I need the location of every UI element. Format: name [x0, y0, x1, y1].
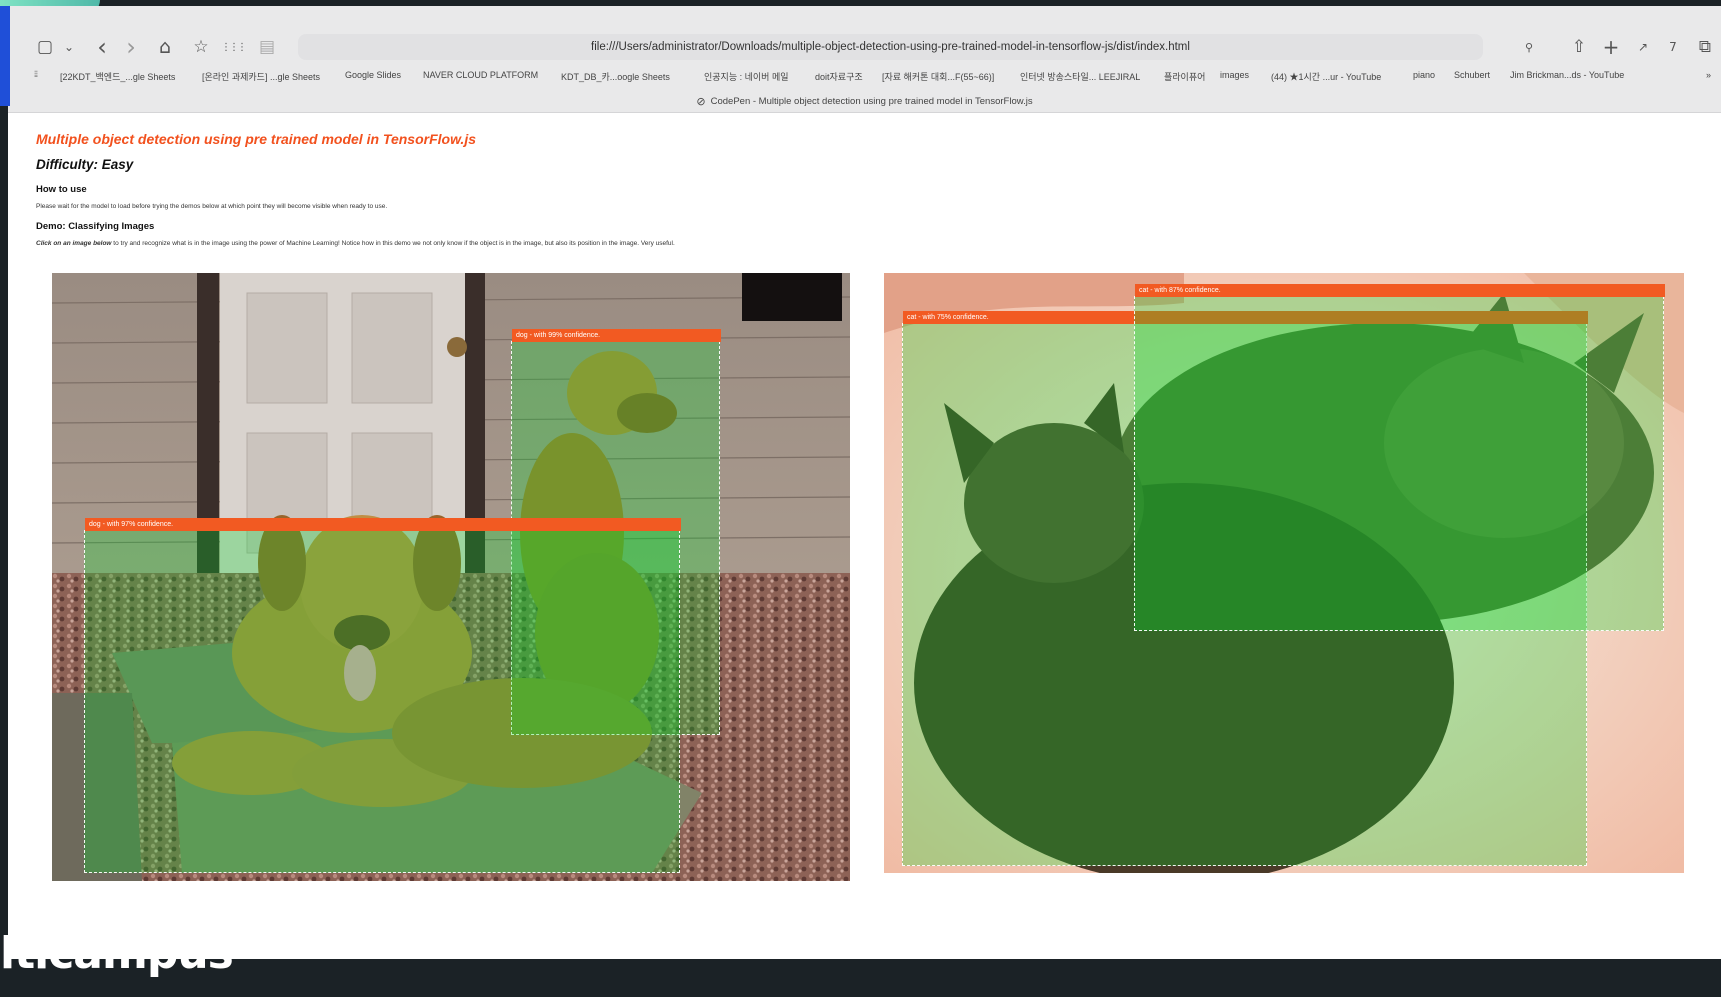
back-icon[interactable]: ‹	[91, 33, 113, 61]
page-title: Multiple object detection using pre trai…	[36, 131, 477, 147]
howto-text: Please wait for the model to load before…	[36, 203, 388, 210]
sidebar-icon[interactable]: ▢	[34, 36, 56, 58]
browser-toolbar: ▢ ⌄ ‹ › ⌂ ☆ ⋮⋮⋮ ▤ file:///Users/administ…	[8, 30, 1721, 66]
translate-icon[interactable]: ⚲	[1518, 36, 1540, 58]
tab-bar: ⊘ CodePen - Multiple object detection us…	[8, 92, 1721, 110]
demo-heading: Demo: Classifying Images	[36, 221, 155, 232]
bookmark-item[interactable]: 인공지능 : 네이버 메일	[704, 70, 789, 83]
bookmark-item[interactable]: Jim Brickman...ds - YouTube	[1510, 70, 1624, 80]
bookmark-item[interactable]: [온라인 과제카드] ...gle Sheets	[202, 70, 320, 83]
bookmarks-more-icon[interactable]: »	[1706, 70, 1711, 80]
url-text: file:///Users/administrator/Downloads/mu…	[591, 41, 1190, 53]
left-edge-accent	[0, 6, 10, 106]
bookmark-item[interactable]: NAVER CLOUD PLATFORM	[423, 70, 538, 80]
codepen-icon: ⊘	[696, 94, 706, 108]
bookmark-item[interactable]: 플라이퓨어	[1164, 70, 1205, 83]
demo-text-body: to try and recognize what is in the imag…	[111, 240, 675, 247]
bookmark-item[interactable]: doit자료구조	[815, 70, 863, 83]
grid-icon[interactable]: ⋮⋮⋮	[221, 36, 247, 58]
extension-icon[interactable]: ↗	[1632, 36, 1654, 58]
browser-window: ▢ ⌄ ‹ › ⌂ ☆ ⋮⋮⋮ ▤ file:///Users/administ…	[8, 6, 1721, 959]
bottom-bar	[0, 959, 1721, 997]
bookmark-item[interactable]: [22KDT_백엔드_...gle Sheets	[60, 70, 175, 83]
demo-text: Click on an image below to try and recog…	[36, 240, 675, 247]
bookmarks-bar: ⦙⦙⦙ [22KDT_백엔드_...gle Sheets [온라인 과제카드] …	[8, 66, 1721, 84]
forward-icon[interactable]: ›	[120, 33, 142, 61]
bookmark-item[interactable]: Google Slides	[345, 70, 401, 80]
bookmark-item[interactable]: Schubert	[1454, 70, 1490, 80]
bookmark-item[interactable]: piano	[1413, 70, 1435, 80]
bookmark-item[interactable]: [자료 해커톤 대회...F(55~66)]	[882, 70, 994, 83]
bookmark-item[interactable]: 인터넷 방송스타일... LEEJIRAL	[1020, 70, 1140, 83]
difficulty-label: Difficulty: Easy	[36, 157, 134, 172]
reader-icon[interactable]: ▤	[256, 36, 278, 58]
star-icon[interactable]: ☆	[190, 36, 212, 58]
browser-chrome: ▢ ⌄ ‹ › ⌂ ☆ ⋮⋮⋮ ▤ file:///Users/administ…	[8, 6, 1721, 113]
new-tab-icon[interactable]: +	[1600, 35, 1622, 59]
dog-image[interactable]: dog - with 99% confidence. dog - with 97…	[52, 273, 850, 881]
bookmark-item[interactable]: images	[1220, 70, 1249, 80]
detection-box-cat-1: cat - with 87% confidence.	[1134, 284, 1665, 631]
address-bar[interactable]: file:///Users/administrator/Downloads/mu…	[298, 34, 1483, 60]
cat-image[interactable]: cat - with 75% confidence. cat - with 87…	[884, 273, 1684, 873]
tab-title[interactable]: CodePen - Multiple object detection usin…	[711, 96, 1033, 107]
tabs-overview-icon[interactable]: ⧉	[1694, 36, 1716, 58]
bookmarks-grid-icon[interactable]: ⦙⦙⦙	[34, 70, 38, 80]
howto-heading: How to use	[36, 184, 87, 195]
bookmark-item[interactable]: (44) ★1시간 ...ur - YouTube	[1271, 70, 1381, 83]
chevron-down-icon[interactable]: ⌄	[58, 36, 80, 58]
bookmark-item[interactable]: KDT_DB_카...oogle Sheets	[561, 70, 670, 83]
demo-text-bold: Click on an image below	[36, 240, 112, 247]
share-icon[interactable]: ⇧	[1568, 36, 1590, 58]
home-icon[interactable]: ⌂	[154, 36, 176, 58]
page-content: Multiple object detection using pre trai…	[8, 113, 1721, 959]
brand-watermark: lticampus	[0, 928, 234, 979]
detection-label: dog - with 99% confidence.	[512, 329, 721, 342]
detection-box-dog-2: dog - with 97% confidence.	[84, 518, 681, 873]
detection-label: dog - with 97% confidence.	[85, 518, 681, 531]
detection-label: cat - with 87% confidence.	[1135, 284, 1665, 297]
extension-icon-2[interactable]: 7	[1662, 36, 1684, 58]
